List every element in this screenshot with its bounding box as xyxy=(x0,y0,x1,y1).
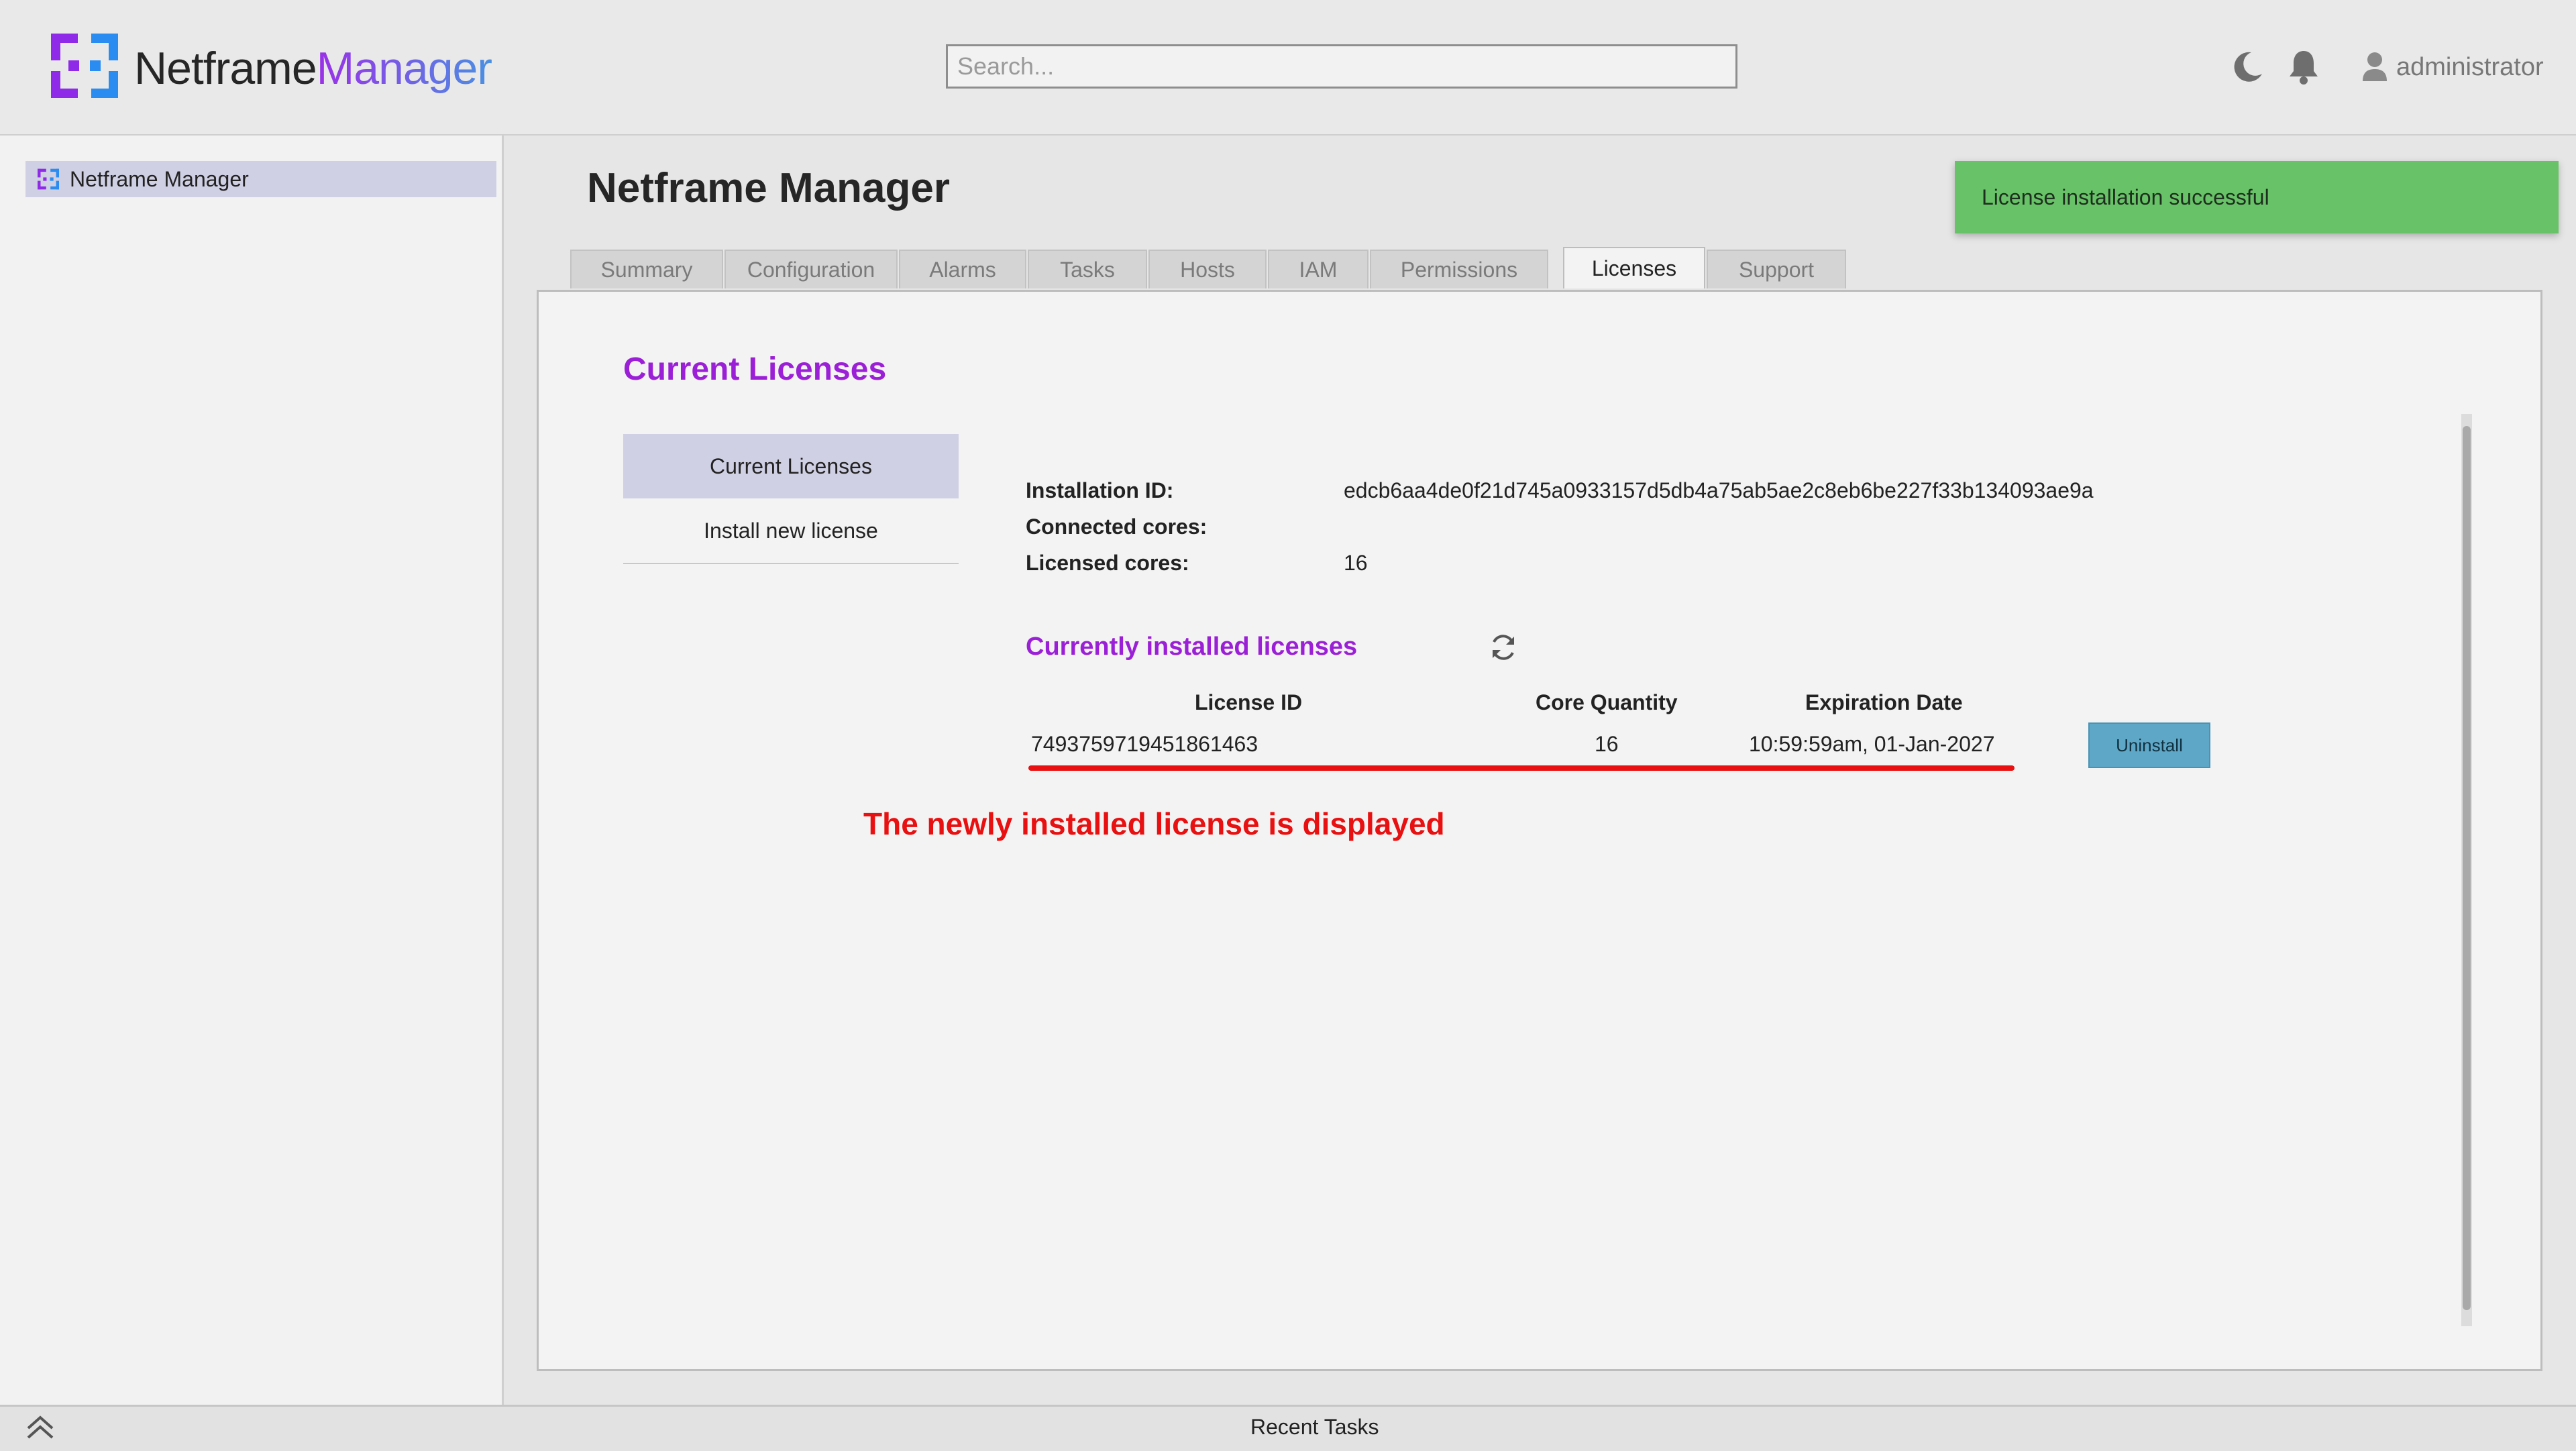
connected-cores-label: Connected cores: xyxy=(1026,515,1208,539)
column-header-license-id: License ID xyxy=(1195,690,1303,714)
netframe-logo-icon[interactable] xyxy=(51,34,118,98)
tab-iam[interactable]: IAM xyxy=(1268,250,1368,288)
tab-summary[interactable]: Summary xyxy=(570,250,723,288)
installed-licenses-title: Currently installed licenses xyxy=(1026,633,1358,661)
sidebar-item-label: Netframe Manager xyxy=(70,166,249,191)
uninstall-button[interactable]: Uninstall xyxy=(2088,722,2210,768)
tab-tasks[interactable]: Tasks xyxy=(1028,250,1147,288)
brand-part1: Netframe xyxy=(134,43,317,94)
double-chevron-up-icon[interactable] xyxy=(24,1412,56,1444)
subnav-current-licenses[interactable]: Current Licenses xyxy=(623,434,959,498)
licensed-cores-value: 16 xyxy=(1344,551,1368,575)
license-id-cell: 7493759719451861463 xyxy=(1031,732,1258,756)
column-header-expiration-date: Expiration Date xyxy=(1805,690,1963,714)
username-label: administrator xyxy=(2396,52,2544,81)
bell-icon[interactable] xyxy=(2284,47,2324,87)
installation-id-label: Installation ID: xyxy=(1026,478,1174,502)
success-toast[interactable]: License installation successful xyxy=(1955,161,2559,233)
tab-permissions[interactable]: Permissions xyxy=(1370,250,1548,288)
page-title: Netframe Manager xyxy=(587,165,950,211)
installation-id-value: edcb6aa4de0f21d745a0933157d5db4a75ab5ae2… xyxy=(1344,478,2094,502)
user-menu[interactable]: administrator xyxy=(2361,47,2544,87)
licenses-subnav: Current Licenses Install new license xyxy=(623,434,959,564)
core-quantity-cell: 16 xyxy=(1595,732,1619,756)
panel-scrollbar[interactable] xyxy=(2461,414,2472,1326)
tab-hosts[interactable]: Hosts xyxy=(1148,250,1267,288)
brand-part2: Manager xyxy=(316,43,492,94)
search-input[interactable] xyxy=(946,44,1737,89)
tab-licenses[interactable]: Licenses xyxy=(1563,247,1705,288)
expiration-date-cell: 10:59:59am, 01-Jan-2027 xyxy=(1749,732,1995,756)
licenses-panel: Current Licenses Current Licenses Instal… xyxy=(537,290,2542,1371)
netframe-logo-icon xyxy=(38,168,59,190)
annotation-text: The newly installed license is displayed xyxy=(863,806,1445,841)
column-header-core-quantity: Core Quantity xyxy=(1536,690,1678,714)
sidebar-item-netframe-manager[interactable]: Netframe Manager xyxy=(25,161,496,197)
refresh-icon[interactable] xyxy=(1487,631,1519,663)
section-title: Current Licenses xyxy=(623,352,887,387)
brand-name: NetframeManager xyxy=(134,42,492,95)
tab-support[interactable]: Support xyxy=(1707,250,1846,288)
user-icon xyxy=(2363,52,2387,81)
licensed-cores-label: Licensed cores: xyxy=(1026,551,1189,575)
tab-configuration[interactable]: Configuration xyxy=(724,250,898,288)
annotation-underline xyxy=(1028,765,2015,771)
subnav-install-new-license[interactable]: Install new license xyxy=(623,498,959,564)
moon-icon[interactable] xyxy=(2227,47,2267,87)
recent-tasks-label: Recent Tasks xyxy=(1250,1415,1379,1439)
scrollbar-thumb[interactable] xyxy=(2463,426,2471,1310)
recent-tasks-bar[interactable]: Recent Tasks xyxy=(0,1405,2576,1451)
top-header: NetframeManager administrator xyxy=(0,0,2576,136)
tab-alarms[interactable]: Alarms xyxy=(899,250,1026,288)
sidebar: Netframe Manager xyxy=(0,136,504,1405)
